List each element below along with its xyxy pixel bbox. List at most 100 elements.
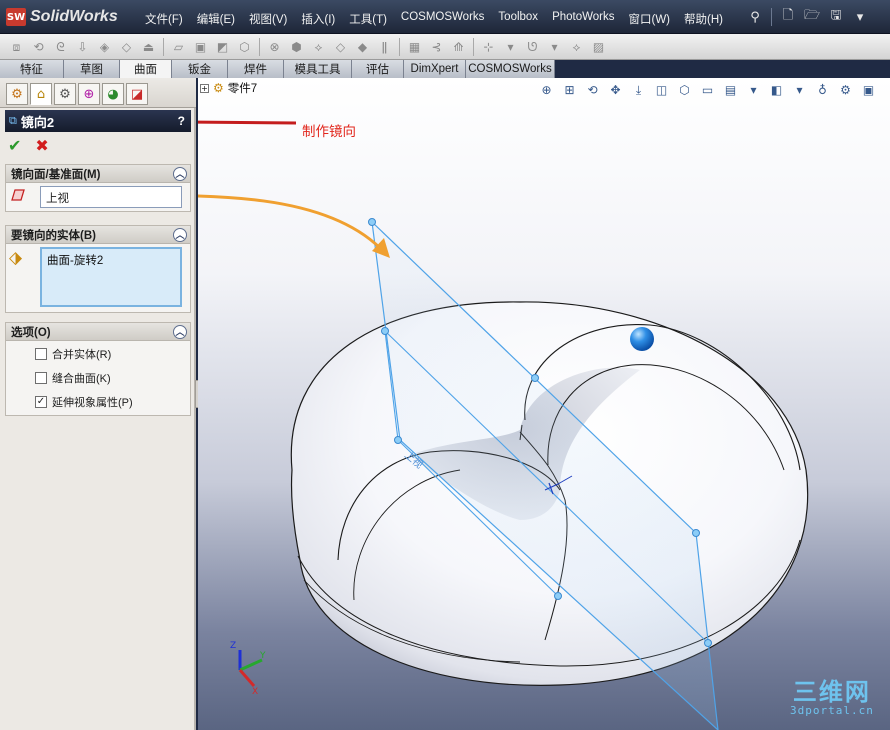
checkbox-label: 延伸视象属性(P) — [52, 397, 133, 409]
zoom-to-fit-icon[interactable]: ⊕ — [536, 80, 557, 100]
separator — [473, 38, 474, 56]
dropdown-icon[interactable]: ▾ — [789, 80, 810, 100]
boundary-surface-icon[interactable]: ◈ — [94, 37, 115, 57]
open-icon[interactable]: 🗁 — [801, 6, 823, 28]
section-view-icon[interactable]: ◫ — [651, 80, 672, 100]
view-settings-icon[interactable]: ⚙ — [835, 80, 856, 100]
graphics-area[interactable]: 上视 Z Y X + ⚙ 零件7 ⊕ ⊞ ⟲ ✥ ⤓ ◫ ⬡ ▭ ▤ ▾ ◧ ▾… — [198, 78, 890, 730]
cut-with-surface-icon[interactable]: ǁ — [374, 37, 395, 57]
revolved-surface-icon[interactable]: ⟲ — [28, 37, 49, 57]
thicken-icon[interactable]: ◆ — [352, 37, 373, 57]
view-orientation-icon[interactable]: ⬡ — [674, 80, 695, 100]
mirror-icon[interactable]: ⟡ — [566, 37, 587, 57]
curves-icon[interactable]: ᘎ — [522, 37, 543, 57]
collapse-chevron-icon[interactable]: ︿ — [173, 324, 187, 339]
menu-edit[interactable]: 编辑(E) — [190, 9, 242, 29]
dimxpert-manager-icon[interactable]: ⊕ — [78, 83, 100, 105]
menu-window[interactable]: 窗口(W) — [622, 9, 678, 29]
trim-surface-icon[interactable]: ⟡ — [308, 37, 329, 57]
group-header[interactable]: 要镜向的实体(B) ︿ — [6, 226, 190, 244]
lofted-surface-icon[interactable]: ⇩ — [72, 37, 93, 57]
title-toolbar: ⚲ 🗋 🗁 🖫 ▾ — [744, 6, 871, 28]
help-button[interactable]: ? — [178, 114, 185, 128]
move-face-icon[interactable]: ⟰ — [448, 37, 469, 57]
feature-tree-root[interactable]: + ⚙ 零件7 — [200, 80, 257, 96]
tab-evaluate[interactable]: 评估 — [352, 60, 404, 78]
group-title: 要镜向的实体(B) — [11, 229, 96, 242]
ok-check-icon[interactable]: ✔ — [8, 136, 21, 155]
collapse-chevron-icon[interactable]: ︿ — [173, 166, 187, 181]
tab-cosmosworks[interactable]: COSMOSWorks — [466, 60, 555, 78]
merge-bodies-checkbox[interactable] — [35, 348, 47, 360]
previous-view-icon[interactable]: ⟲ — [582, 80, 603, 100]
camera-icon[interactable]: ▣ — [858, 80, 879, 100]
group-header[interactable]: 选项(O) ︿ — [6, 323, 190, 341]
extend-surface-icon[interactable]: ⬢ — [286, 37, 307, 57]
knit-surfaces-option[interactable]: 缝合曲面(K) — [35, 370, 111, 386]
menu-view[interactable]: 视图(V) — [242, 9, 294, 29]
collapse-chevron-icon[interactable]: ︿ — [173, 227, 187, 242]
feature-manager-icon[interactable]: ⚙ — [6, 83, 28, 105]
hide-show-icon[interactable]: ▤ — [720, 80, 741, 100]
tab-mold-tools[interactable]: 模具工具 — [284, 60, 352, 78]
dropdown-icon[interactable]: ▾ — [500, 37, 521, 57]
untrim-surface-icon[interactable]: ⊗ — [264, 37, 285, 57]
reference-geometry-icon[interactable]: ⊹ — [478, 37, 499, 57]
tab-sketch[interactable]: 草图 — [64, 60, 120, 78]
menu-file[interactable]: 文件(F) — [138, 9, 190, 29]
fillet-icon[interactable]: ⊰ — [426, 37, 447, 57]
swept-surface-icon[interactable]: ᘓ — [50, 37, 71, 57]
knit-surface-icon[interactable]: ◇ — [330, 37, 351, 57]
propagate-visual-checkbox[interactable]: ✓ — [35, 396, 47, 408]
tab-weldments[interactable]: 焊件 — [228, 60, 284, 78]
extruded-surface-icon[interactable]: ⧈ — [6, 37, 27, 57]
replace-face-icon[interactable]: ▦ — [404, 37, 425, 57]
radiate-surface-icon[interactable]: ▣ — [190, 37, 211, 57]
menu-insert[interactable]: 插入(I) — [294, 9, 342, 29]
dropdown-icon[interactable]: ▾ — [849, 6, 871, 28]
planar-surface-icon[interactable]: ⏏ — [138, 37, 159, 57]
menu-photoworks[interactable]: PhotoWorks — [545, 9, 621, 29]
tab-dimxpert[interactable]: DimXpert — [404, 60, 466, 78]
appearance-manager-icon[interactable]: ◪ — [126, 83, 148, 105]
surface-flatten-icon[interactable]: ▨ — [588, 37, 609, 57]
ruled-surface-icon[interactable]: ◩ — [212, 37, 233, 57]
save-icon[interactable]: 🖫 — [825, 6, 847, 28]
rotate-icon[interactable]: ⤓ — [628, 80, 649, 100]
dropdown-icon[interactable]: ▾ — [743, 80, 764, 100]
zoom-to-area-icon[interactable]: ⊞ — [559, 80, 580, 100]
triad-z-label: Z — [230, 641, 236, 651]
apply-scene-icon[interactable]: ♁ — [812, 80, 833, 100]
dropdown-icon[interactable]: ▾ — [544, 37, 565, 57]
menu-help[interactable]: 帮助(H) — [677, 9, 730, 29]
knit-surfaces-checkbox[interactable] — [35, 372, 47, 384]
fill-surface-icon[interactable]: ◇ — [116, 37, 137, 57]
mirror-plane-field[interactable]: 上视 — [40, 186, 182, 208]
offset-surface-icon[interactable]: ▱ — [168, 37, 189, 57]
menu-tools[interactable]: 工具(T) — [342, 9, 394, 29]
bodies-list[interactable]: 曲面-旋转2 — [40, 247, 182, 307]
tab-sheet-metal[interactable]: 钣金 — [172, 60, 228, 78]
menu-toolbox[interactable]: Toolbox — [491, 9, 545, 29]
pin-icon[interactable]: ⚲ — [744, 6, 766, 28]
expand-icon[interactable]: + — [200, 83, 209, 93]
cancel-x-icon[interactable]: ✖ — [35, 136, 48, 155]
selection-sphere-handle[interactable] — [630, 327, 654, 351]
group-header[interactable]: 镜向面/基准面(M) ︿ — [6, 165, 190, 183]
delete-face-icon[interactable]: ⬡ — [234, 37, 255, 57]
merge-bodies-option[interactable]: 合并实体(R) — [35, 346, 111, 362]
group-title: 镜向面/基准面(M) — [11, 168, 101, 181]
propagate-visual-option[interactable]: ✓ 延伸视象属性(P) — [35, 394, 133, 410]
display-style-icon[interactable]: ▭ — [697, 80, 718, 100]
tab-features[interactable]: 特征 — [0, 60, 64, 78]
display-manager-icon[interactable]: ◕ — [102, 83, 124, 105]
edit-appearance-icon[interactable]: ◧ — [766, 80, 787, 100]
tab-surfaces[interactable]: 曲面 — [120, 60, 172, 78]
command-toolbar: ⧈ ⟲ ᘓ ⇩ ◈ ◇ ⏏ ▱ ▣ ◩ ⬡ ⊗ ⬢ ⟡ ◇ ◆ ǁ ▦ ⊰ ⟰ … — [0, 34, 890, 60]
list-item[interactable]: 曲面-旋转2 — [47, 252, 175, 268]
property-manager-icon[interactable]: ⌂ — [30, 83, 52, 105]
menu-cosmosworks[interactable]: COSMOSWorks — [394, 9, 492, 29]
configuration-manager-icon[interactable]: ⚙ — [54, 83, 76, 105]
pan-icon[interactable]: ✥ — [605, 80, 626, 100]
new-document-icon[interactable]: 🗋 — [777, 6, 799, 28]
